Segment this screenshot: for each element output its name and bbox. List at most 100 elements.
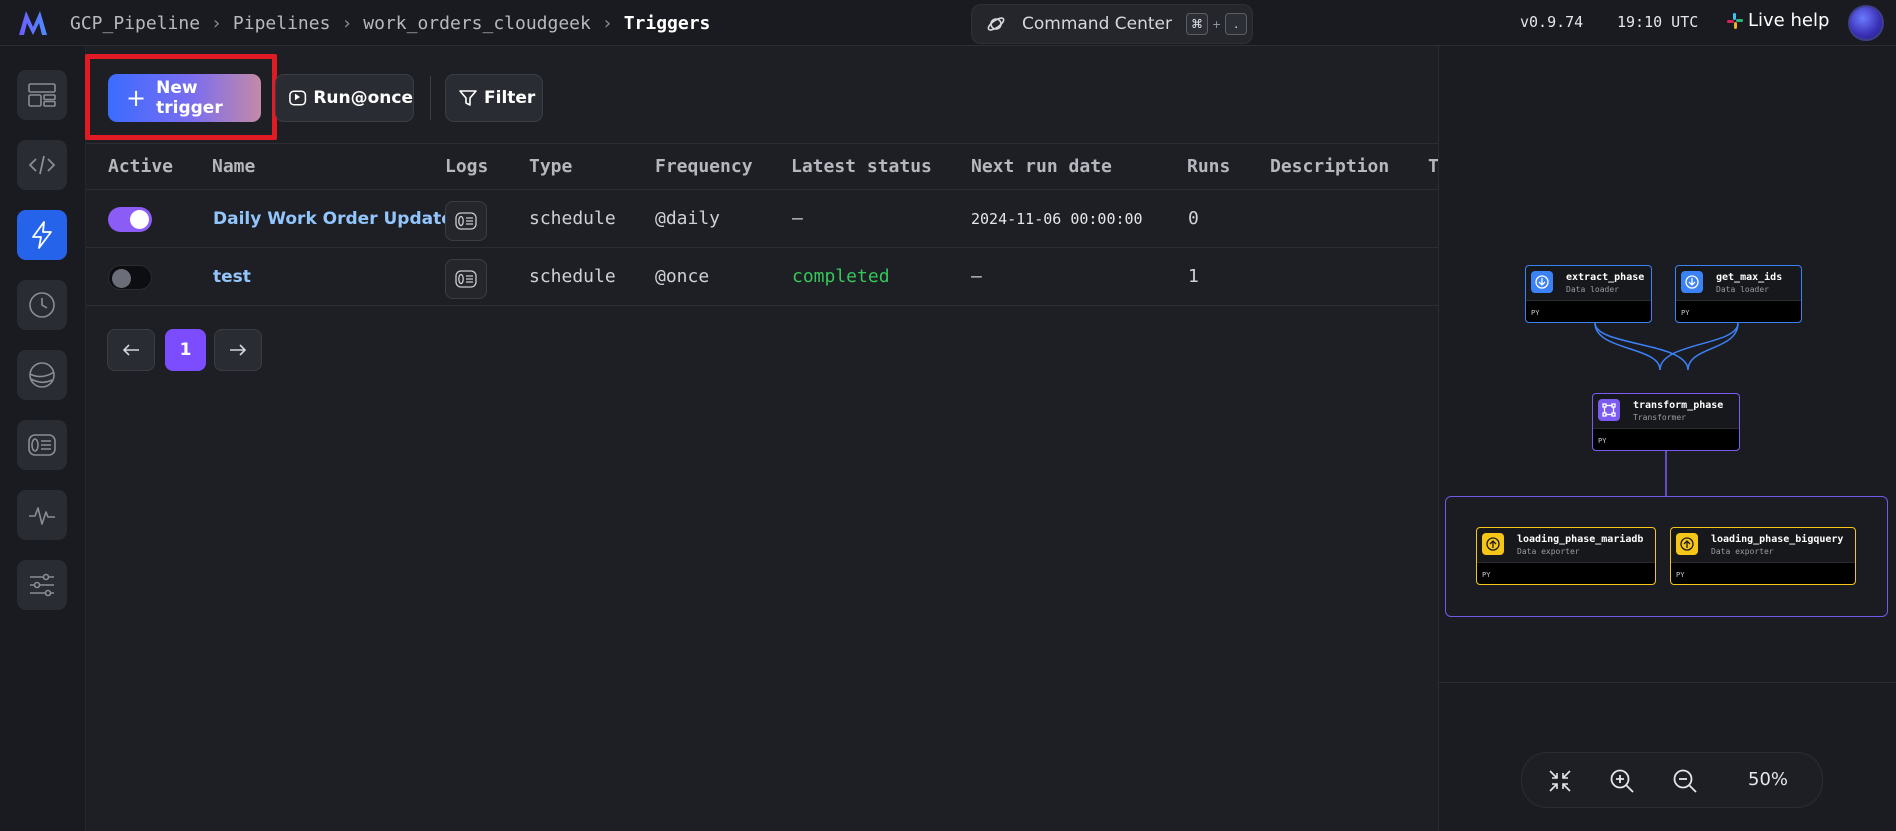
breadcrumb-pipeline[interactable]: work_orders_cloudgeek: [363, 13, 591, 34]
trigger-status: —: [792, 208, 803, 229]
trigger-name-link[interactable]: test: [213, 267, 251, 287]
layout-icon: [28, 83, 56, 107]
sidebar-item-monitor[interactable]: [17, 490, 67, 540]
column-frequency: Frequency: [655, 156, 753, 177]
block-transform-phase[interactable]: transform_phase Transformer PY: [1592, 393, 1740, 451]
key-plus: +: [1212, 17, 1222, 31]
trigger-runs: 0: [1188, 208, 1199, 229]
zoom-in-icon: [1610, 769, 1634, 793]
block-loading-phase-bigquery[interactable]: loading_phase_bigquery Data exporter PY: [1670, 527, 1856, 585]
block-loading-phase-mariadb[interactable]: loading_phase_mariadb Data exporter PY: [1476, 527, 1656, 585]
column-next-run-date: Next run date: [971, 156, 1112, 177]
previous-page-button[interactable]: [107, 329, 155, 371]
trigger-next-run: 2024-11-06 00:00:00: [971, 210, 1143, 228]
trigger-runs: 1: [1188, 266, 1199, 287]
clock-icon: [29, 292, 55, 318]
table-row[interactable]: Daily Work Order Update schedule @daily …: [86, 190, 1438, 248]
active-toggle[interactable]: [108, 207, 152, 232]
block-get-max-ids[interactable]: get_max_ids Data loader PY: [1675, 265, 1802, 323]
zoom-out-button[interactable]: [1671, 767, 1699, 795]
trigger-next-run: —: [971, 266, 982, 287]
chevron-right-icon: ›: [211, 12, 222, 34]
sidebar-item-code[interactable]: [17, 140, 67, 190]
zoom-controls: 50%: [1521, 752, 1823, 808]
command-center-button[interactable]: Command Center ⌘ + .: [971, 4, 1253, 44]
column-logs: Logs: [445, 156, 489, 177]
command-center-label: Command Center: [1022, 14, 1172, 34]
mage-logo[interactable]: [17, 9, 51, 37]
live-help-link[interactable]: Live help: [1727, 10, 1829, 31]
upload-icon: [1676, 533, 1698, 555]
toolbar-divider: [430, 76, 431, 120]
column-type: Type: [529, 156, 573, 177]
left-sidebar: [0, 46, 86, 831]
trigger-frequency: @once: [655, 266, 710, 287]
page-1-button[interactable]: 1: [165, 329, 206, 371]
logs-button[interactable]: [445, 259, 487, 299]
settings-sliders-icon: [30, 573, 54, 597]
period-key: .: [1225, 13, 1248, 35]
breadcrumb-project[interactable]: GCP_Pipeline: [70, 13, 200, 34]
live-help-label: Live help: [1748, 10, 1830, 31]
breadcrumb: GCP_Pipeline › Pipelines › work_orders_c…: [70, 0, 710, 46]
slack-icon: [1727, 12, 1743, 29]
block-language: PY: [1676, 571, 1685, 579]
time-label: 19:10 UTC: [1617, 13, 1699, 31]
chevron-right-icon: ›: [341, 12, 353, 34]
download-icon: [1681, 271, 1703, 293]
zoom-in-button[interactable]: [1608, 767, 1636, 795]
trigger-frequency: @daily: [655, 208, 721, 229]
block-language: PY: [1531, 309, 1540, 317]
sidebar-item-logs[interactable]: [17, 420, 67, 470]
run-once-button[interactable]: Run@once: [275, 74, 414, 122]
next-page-button[interactable]: [214, 329, 262, 371]
breadcrumb-pipelines[interactable]: Pipelines: [233, 13, 331, 34]
block-extract-phase[interactable]: extract_phase Data loader PY: [1525, 265, 1652, 323]
table-row[interactable]: test schedule @once completed — 1: [86, 248, 1438, 306]
column-latest-status: Latest status: [791, 156, 932, 177]
column-active: Active: [108, 156, 174, 177]
download-icon: [1531, 271, 1553, 293]
sidebar-item-settings[interactable]: [17, 560, 67, 610]
sidebar-item-triggers[interactable]: [17, 210, 67, 260]
block-title: loading_phase_mariadb: [1517, 534, 1644, 545]
collapse-arrows-icon: [1549, 770, 1571, 792]
triggers-table: Active Name Logs Type Frequency Latest s…: [86, 146, 1439, 306]
plus-icon: +: [126, 84, 147, 112]
zoom-out-icon: [1673, 769, 1697, 793]
fit-view-button[interactable]: [1546, 767, 1574, 795]
table-header: Active Name Logs Type Frequency Latest s…: [86, 146, 1439, 190]
run-once-label: Run@once: [313, 88, 413, 108]
logs-icon: [28, 434, 56, 456]
trigger-name-link[interactable]: Daily Work Order Update: [213, 209, 453, 229]
column-runs: Runs: [1187, 156, 1231, 177]
chevron-right-icon: ›: [601, 12, 613, 34]
sidebar-item-runs[interactable]: [17, 280, 67, 330]
top-header: GCP_Pipeline › Pipelines › work_orders_c…: [0, 0, 1896, 46]
planet-icon: [29, 362, 55, 388]
upload-icon: [1482, 533, 1504, 555]
user-avatar[interactable]: [1848, 5, 1884, 41]
arrow-left-icon: [122, 344, 139, 356]
new-trigger-button[interactable]: + New trigger: [108, 74, 261, 122]
sidebar-item-layout[interactable]: [17, 70, 67, 120]
block-title: loading_phase_bigquery: [1711, 534, 1844, 545]
block-subtitle: Data loader: [1566, 285, 1619, 294]
version-label: v0.9.74: [1520, 13, 1584, 31]
active-toggle[interactable]: [108, 265, 152, 290]
sidebar-item-backfills[interactable]: [17, 350, 67, 400]
planet-icon: [987, 17, 1005, 31]
block-subtitle: Data exporter: [1517, 547, 1580, 556]
block-title: get_max_ids: [1716, 272, 1783, 283]
pulse-icon: [29, 507, 55, 525]
lightning-icon: [32, 221, 52, 249]
block-language: PY: [1598, 437, 1607, 445]
filter-label: Filter: [484, 88, 536, 108]
block-subtitle: Data loader: [1716, 285, 1769, 294]
trigger-type: schedule: [529, 266, 616, 287]
filter-button[interactable]: Filter: [445, 74, 543, 122]
logs-button[interactable]: [445, 201, 487, 241]
trigger-type: schedule: [529, 208, 616, 229]
transform-icon: [1598, 399, 1620, 421]
logs-icon: [455, 270, 477, 288]
